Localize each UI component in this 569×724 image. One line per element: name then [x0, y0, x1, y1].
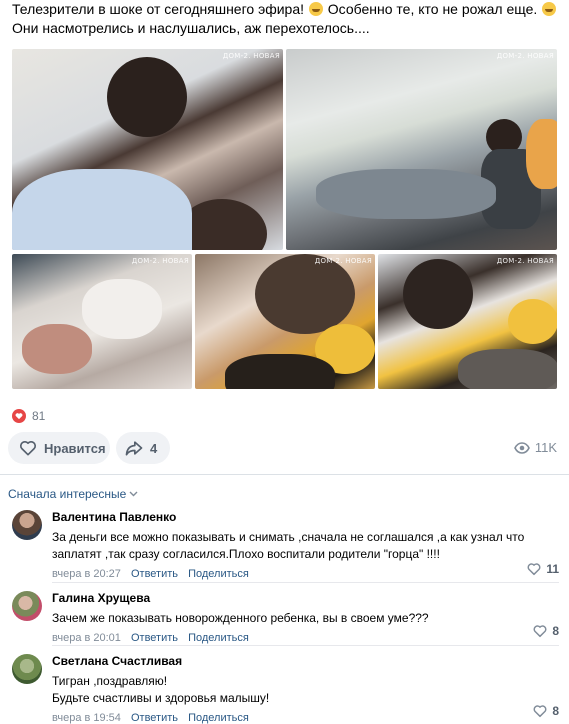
- share-link[interactable]: Поделиться: [188, 712, 249, 724]
- like-button-label: Нравится: [44, 440, 106, 456]
- comment-time[interactable]: вчера в 19:54: [52, 712, 121, 724]
- comment: Валентина Павленко За деньги все можно п…: [12, 510, 559, 580]
- grinning-sweat-emoji-icon: [542, 2, 557, 16]
- watermark: ДОМ-2. НОВАЯ: [222, 52, 280, 60]
- comments-sort-dropdown[interactable]: Сначала интересные: [8, 487, 138, 501]
- comment-meta: вчера в 19:54 Ответить Поделиться: [52, 711, 559, 724]
- post-text: Телезрители в шоке от сегодняшнего эфира…: [12, 0, 562, 38]
- share-link[interactable]: Поделиться: [188, 568, 249, 580]
- avatar[interactable]: [12, 654, 42, 684]
- comment-separator: [52, 582, 559, 583]
- comment-like-count: 8: [552, 624, 559, 638]
- post-text-line-1: Телезрители в шоке от сегодняшнего эфира…: [12, 0, 562, 19]
- share-icon: [125, 441, 143, 456]
- comment-time[interactable]: вчера в 20:27: [52, 568, 121, 580]
- share-link[interactable]: Поделиться: [188, 632, 249, 644]
- heart-icon: [12, 409, 26, 423]
- comments-sort-label: Сначала интересные: [8, 487, 127, 501]
- likes-summary[interactable]: 81: [12, 408, 45, 424]
- heart-outline-icon: [533, 625, 547, 638]
- comment-like-button[interactable]: 8: [532, 623, 559, 639]
- like-button[interactable]: Нравится: [8, 432, 110, 464]
- reply-link[interactable]: Ответить: [131, 632, 178, 644]
- comment-like-count: 8: [552, 704, 559, 718]
- comment-meta: вчера в 20:27 Ответить Поделиться: [52, 567, 559, 581]
- comment-author[interactable]: Светлана Счастливая: [52, 654, 559, 669]
- chevron-down-icon: [129, 491, 138, 497]
- heart-outline-icon: [19, 440, 37, 456]
- watermark: ДОМ-2. НОВАЯ: [131, 257, 189, 265]
- grinning-face-emoji-icon: [308, 2, 323, 16]
- comment-like-count: 11: [546, 562, 559, 576]
- heart-outline-icon: [527, 563, 541, 576]
- heart-outline-icon: [533, 705, 547, 718]
- comment-author[interactable]: Галина Хрущева: [52, 591, 559, 606]
- share-button[interactable]: 4: [116, 432, 170, 464]
- watermark: ДОМ-2. НОВАЯ: [314, 257, 372, 265]
- comment-time[interactable]: вчера в 20:01: [52, 632, 121, 644]
- comment: Галина Хрущева Зачем же показывать новор…: [12, 591, 559, 644]
- comment: Светлана Счастливая Тигран ,поздравляю! …: [12, 654, 559, 724]
- comment-text: Тигран ,поздравляю! Будьте счастливы и з…: [52, 674, 270, 705]
- post-photo-2[interactable]: ДОМ-2. НОВАЯ: [286, 49, 557, 250]
- post-text-line-2: Они насмотрелись и наслушались, аж перех…: [12, 20, 370, 36]
- likes-count: 81: [32, 409, 46, 423]
- comment-separator: [52, 645, 559, 646]
- comment-text: Зачем же показывать новорожденного ребен…: [52, 611, 429, 625]
- views-counter: 11K: [513, 440, 557, 455]
- post-photo-3[interactable]: ДОМ-2. НОВАЯ: [12, 254, 192, 389]
- eye-icon: [513, 441, 530, 454]
- share-count: 4: [150, 440, 158, 456]
- post-photo-5[interactable]: ДОМ-2. НОВАЯ: [378, 254, 557, 389]
- watermark: ДОМ-2. НОВАЯ: [496, 52, 554, 60]
- avatar[interactable]: [12, 591, 42, 621]
- comment-text: За деньги все можно показывать и снимать…: [52, 530, 525, 561]
- comment-like-button[interactable]: 11: [526, 561, 559, 577]
- post-photo-1[interactable]: ДОМ-2. НОВАЯ: [12, 49, 283, 250]
- comment-like-button[interactable]: 8: [532, 703, 559, 719]
- avatar[interactable]: [12, 510, 42, 540]
- views-count: 11K: [534, 440, 557, 455]
- divider: [0, 474, 569, 475]
- watermark: ДОМ-2. НОВАЯ: [496, 257, 554, 265]
- reply-link[interactable]: Ответить: [131, 712, 178, 724]
- comment-meta: вчера в 20:01 Ответить Поделиться: [52, 631, 559, 645]
- reply-link[interactable]: Ответить: [131, 568, 178, 580]
- comment-author[interactable]: Валентина Павленко: [52, 510, 559, 525]
- post-photo-4[interactable]: ДОМ-2. НОВАЯ: [195, 254, 375, 389]
